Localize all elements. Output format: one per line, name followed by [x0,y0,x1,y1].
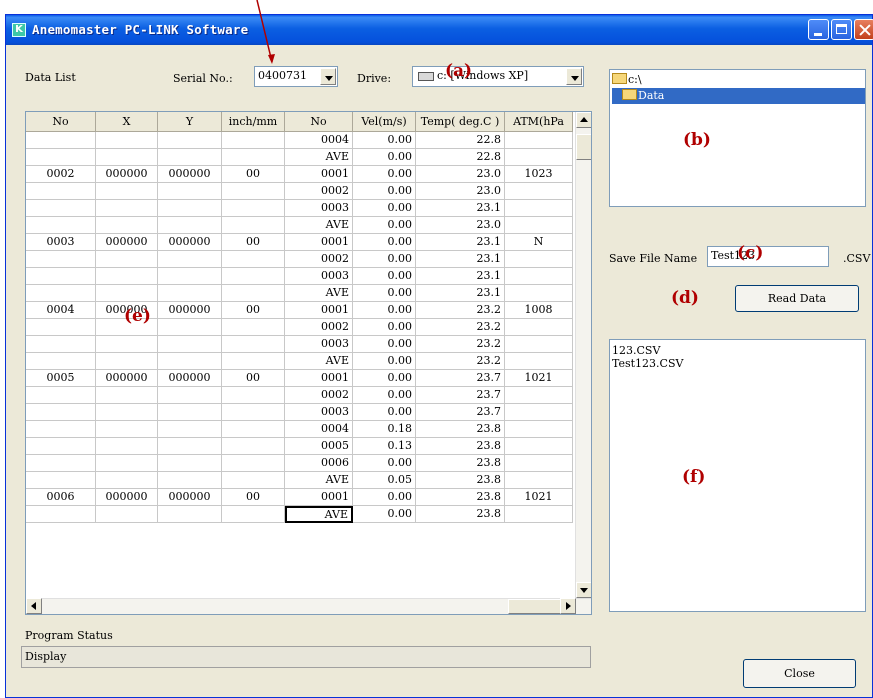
annotation-marker-b: (b) [683,130,711,150]
annotation-marker-d: (d) [671,288,699,308]
annotation-marker-a: (a) [445,61,473,81]
annotation-marker-e: (e) [124,306,151,326]
annotation-marker-f: (f) [682,467,706,487]
annotation-marker-c: (c) [737,243,764,263]
annotation-pointer-line [256,0,275,64]
